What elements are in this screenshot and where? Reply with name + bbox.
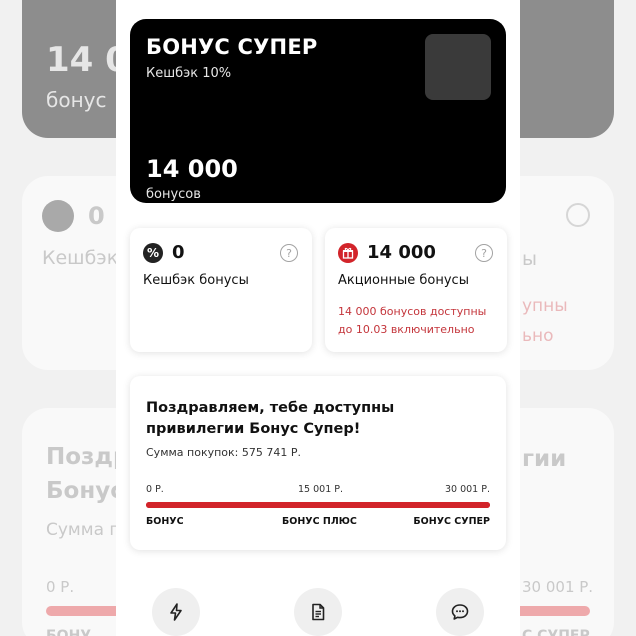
chat-icon — [451, 604, 469, 620]
privileges-title: Поздравляем, тебе доступны привилегии Бо… — [146, 400, 395, 437]
promo-expiry-note: 14 000 бонусов доступны до 10.03 включит… — [338, 305, 487, 336]
bg-promo-label: ы — [522, 248, 538, 270]
document-icon — [312, 603, 325, 621]
card-cashback: Кешбэк 10% — [146, 66, 232, 81]
gift-icon — [338, 243, 358, 263]
promo-bonus-tile[interactable]: 14 000 ? Акционные бонусы 14 000 бонусов… — [325, 228, 507, 352]
phone-screen: БОНУС СУПЕР Кешбэк 10% 14 000 бонусов % … — [116, 0, 520, 636]
privileges-card: Поздравляем, тебе доступны привилегии Бо… — [130, 376, 506, 550]
bg-title-tail: гии — [522, 446, 567, 472]
bg-percent-icon — [42, 200, 74, 232]
bg-scale-0: 0 Р. — [46, 578, 75, 596]
document-action-button[interactable] — [294, 588, 342, 636]
level-progress-fill — [146, 502, 490, 508]
card-amount: 14 000 — [146, 155, 238, 183]
bg-unit: бонус — [46, 88, 107, 112]
level-bonus: БОНУС — [146, 516, 184, 527]
chat-action-button[interactable] — [436, 588, 484, 636]
percent-icon: % — [143, 243, 163, 263]
cashback-label: Кешбэк бонусы — [143, 273, 249, 288]
bonus-card[interactable]: БОНУС СУПЕР Кешбэк 10% 14 000 бонусов — [130, 19, 506, 203]
cashback-bonus-tile[interactable]: % 0 ? Кешбэк бонусы — [130, 228, 312, 352]
help-icon[interactable]: ? — [280, 244, 298, 262]
lightning-icon — [170, 603, 182, 621]
card-title: БОНУС СУПЕР — [146, 35, 318, 59]
card-unit: бонусов — [146, 187, 201, 202]
bg-cashback-value: 0 — [88, 202, 105, 230]
card-logo-image — [425, 34, 491, 100]
bg-cashback-label: Кешбэк — [42, 247, 119, 269]
bg-level-2: С СУПЕР — [522, 628, 590, 636]
level-bonus-plus: БОНУС ПЛЮС — [282, 516, 357, 527]
bg-scale-2: 30 001 Р. — [522, 578, 594, 596]
promo-label: Акционные бонусы — [338, 273, 469, 288]
bg-help-icon — [566, 203, 590, 227]
purchase-sum: Сумма покупок: 575 741 Р. — [146, 446, 301, 459]
scale-label-middle: 15 001 Р. — [298, 484, 344, 495]
bg-level-0: БОНУ — [46, 628, 92, 636]
scale-label-start: 0 Р. — [146, 484, 164, 495]
bg-sum: Сумма п — [46, 520, 121, 540]
bg-title-b: Бонус — [46, 478, 124, 504]
lightning-action-button[interactable] — [152, 588, 200, 636]
scale-label-end: 30 001 Р. — [444, 484, 490, 495]
level-progress-bar — [146, 502, 490, 508]
level-bonus-super: БОНУС СУПЕР — [413, 516, 490, 527]
bg-promo-note-b: ьно — [522, 326, 554, 346]
cashback-value: 0 — [172, 242, 185, 263]
help-icon[interactable]: ? — [475, 244, 493, 262]
bg-promo-note-a: упны — [522, 296, 568, 316]
promo-value: 14 000 — [367, 242, 436, 263]
